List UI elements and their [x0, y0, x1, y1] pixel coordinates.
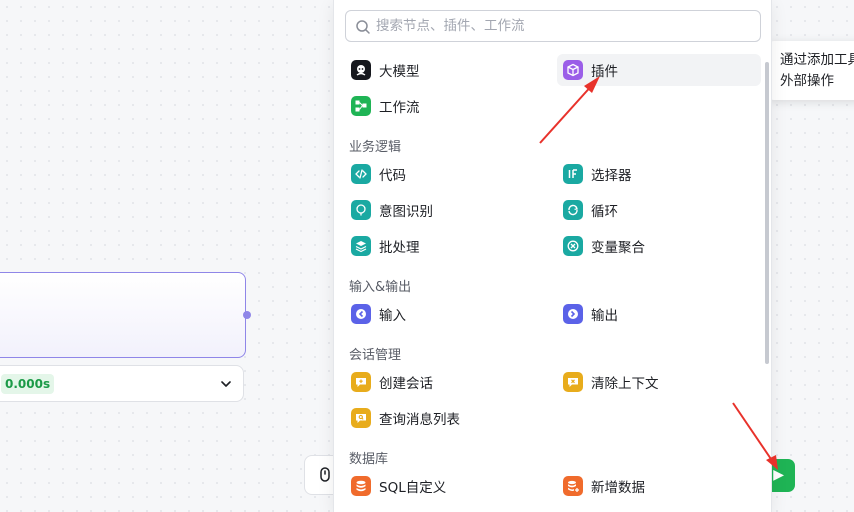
tooltip-line-1: 通过添加工具	[780, 52, 854, 68]
node-item-label: 批处理	[379, 240, 420, 256]
node-item-label: 大模型	[379, 64, 420, 80]
search-input[interactable]	[376, 11, 756, 41]
node-item-loop[interactable]: 循环	[557, 194, 761, 226]
add-node-panel: 大模型 插件 工作流 业务逻辑 代码 选择器 意图识别 循环	[333, 0, 772, 512]
node-item-add-data[interactable]: 新增数据	[557, 470, 761, 502]
node-item-label: 选择器	[591, 168, 632, 184]
node-item-label: 输入	[379, 308, 406, 324]
if-icon	[563, 164, 583, 184]
node-item-label: 输出	[591, 308, 618, 324]
query-messages-icon	[351, 408, 371, 428]
node-item-sql[interactable]: SQL自定义	[345, 470, 549, 502]
search-icon	[356, 20, 370, 34]
section-title-business-logic: 业务逻辑	[349, 140, 402, 155]
section-title-conversation: 会话管理	[349, 348, 402, 363]
node-item-label: 新增数据	[591, 480, 645, 496]
node-item-create-conversation[interactable]: 创建会话	[345, 366, 549, 398]
node-item-label: 创建会话	[379, 376, 433, 392]
panel-scrollbar[interactable]	[765, 62, 769, 364]
node-item-plugin[interactable]: 插件	[557, 54, 761, 86]
node-item-label: 变量聚合	[591, 240, 645, 256]
node-item-workflow[interactable]: 工作流	[345, 90, 549, 122]
clear-context-icon	[563, 372, 583, 392]
node-item-input[interactable]: 输入	[345, 298, 549, 330]
play-icon: ▶	[773, 467, 784, 483]
create-conversation-icon	[351, 372, 371, 392]
node-item-label: 代码	[379, 168, 406, 184]
llm-icon	[351, 60, 371, 80]
sql-icon	[351, 476, 371, 496]
add-data-icon	[563, 476, 583, 496]
run-time-badge: 0.000s	[1, 374, 55, 394]
input-icon	[351, 304, 371, 324]
node-item-query-messages[interactable]: 查询消息列表	[345, 402, 549, 434]
node-item-label: 查询消息列表	[379, 412, 460, 428]
tooltip-line-2: 外部操作	[780, 73, 834, 89]
plugin-tooltip: 通过添加工具 外部操作	[768, 41, 854, 100]
section-title-io: 输入&输出	[349, 280, 412, 295]
node-item-variable-merge[interactable]: 变量聚合	[557, 230, 761, 262]
node-item-label: 清除上下文	[591, 376, 659, 392]
node-item-clear-context[interactable]: 清除上下文	[557, 366, 761, 398]
node-item-batch[interactable]: 批处理	[345, 230, 549, 262]
code-icon	[351, 164, 371, 184]
node-item-output[interactable]: 输出	[557, 298, 761, 330]
node-item-label: 意图识别	[379, 204, 433, 220]
plugin-cube-icon	[563, 60, 583, 80]
node-item-llm[interactable]: 大模型	[345, 54, 549, 86]
node-item-label: 工作流	[379, 100, 420, 116]
node-item-label: 循环	[591, 204, 618, 220]
node-item-label: 插件	[591, 64, 618, 80]
loop-icon	[563, 200, 583, 220]
intent-icon	[351, 200, 371, 220]
chevron-down-icon[interactable]	[219, 377, 233, 391]
search-box	[345, 10, 761, 42]
node-item-intent[interactable]: 意图识别	[345, 194, 549, 226]
mouse-icon[interactable]	[315, 465, 335, 485]
batch-icon	[351, 236, 371, 256]
node-item-code[interactable]: 代码	[345, 158, 549, 190]
workflow-node-card[interactable]	[0, 272, 246, 358]
output-icon	[563, 304, 583, 324]
node-output-port[interactable]	[243, 311, 251, 319]
node-item-selector[interactable]: 选择器	[557, 158, 761, 190]
node-item-label: SQL自定义	[379, 480, 447, 496]
workflow-icon	[351, 96, 371, 116]
node-run-result[interactable]: 0.000s	[0, 365, 244, 402]
variable-merge-icon	[563, 236, 583, 256]
section-title-database: 数据库	[349, 452, 389, 467]
